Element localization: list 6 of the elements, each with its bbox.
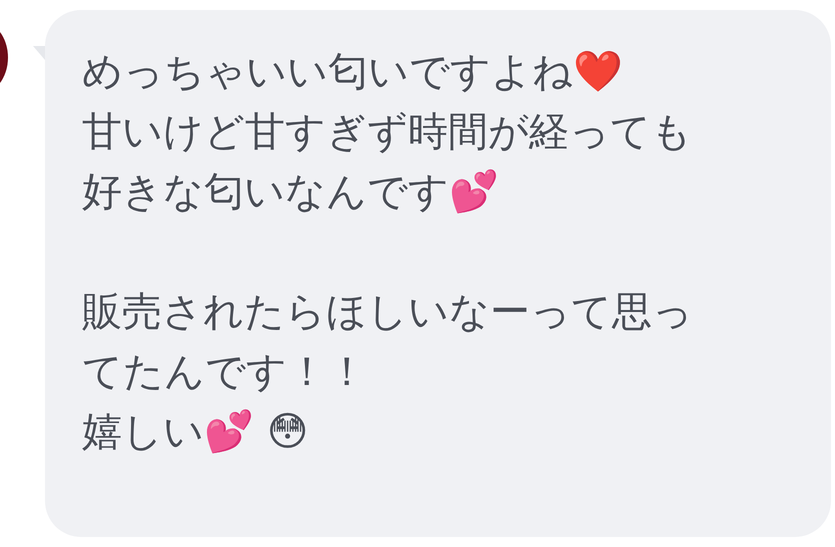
message-text: 甘いけど甘すぎず時間が経っても [82, 108, 693, 157]
message-text: 嬉しい💕 😳 [82, 408, 310, 457]
message-text: めっちゃいい匂いですよね❤ [82, 48, 624, 97]
message-text: 販売されたらほしいなーって思っ [82, 288, 694, 337]
message-text: てたんです！！ [82, 348, 368, 397]
message-text: 好きな匂いなんです💕 [82, 168, 500, 217]
